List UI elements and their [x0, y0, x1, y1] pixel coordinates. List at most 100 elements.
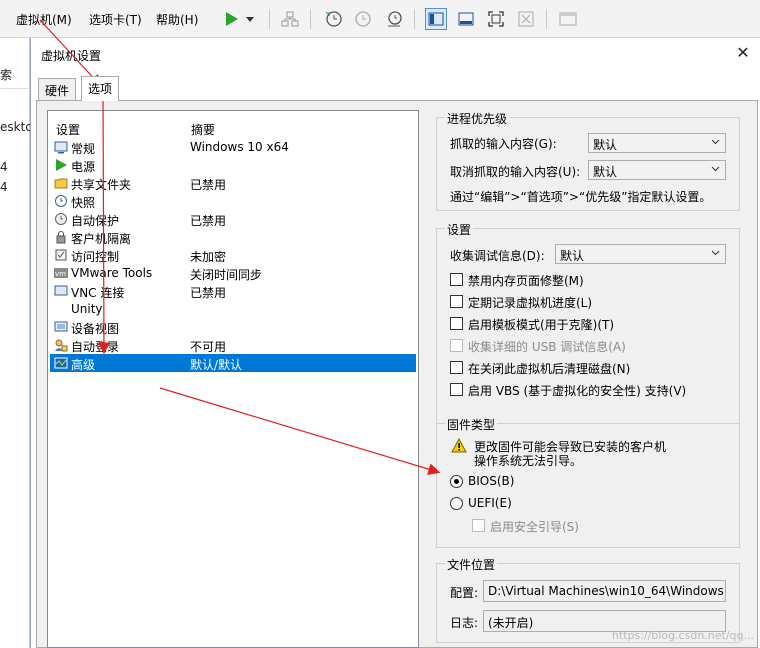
- toolbar-separator: [414, 9, 415, 29]
- general-icon: [54, 141, 68, 154]
- column-header-summary: 摘要: [191, 123, 216, 137]
- menu-vm[interactable]: 虚拟机(M): [16, 11, 72, 28]
- warning-icon: [451, 438, 467, 453]
- power-dropdown-button[interactable]: [243, 8, 257, 30]
- list-item-name: 电源: [71, 160, 96, 174]
- device-view-icon: [54, 321, 68, 332]
- list-item[interactable]: VNC 连接 已禁用: [50, 282, 416, 300]
- library-panel-background: 索 esktc 4 4: [0, 38, 32, 648]
- list-item[interactable]: vm VMware Tools 关闭时间同步: [50, 264, 416, 282]
- toolbar-separator: [269, 9, 270, 29]
- list-item-summary: 已禁用: [190, 286, 227, 300]
- settings-checkbox-label[interactable]: 定期记录虚拟机进度(L): [468, 294, 592, 311]
- group-title: 文件位置: [445, 556, 498, 573]
- menu-toolbar: 虚拟机(M) 选项卡(T) 帮助(H): [0, 0, 760, 38]
- library-item-fragment: esktc: [0, 120, 32, 134]
- show-library-button[interactable]: [425, 8, 447, 30]
- list-item[interactable]: 常规 Windows 10 x64: [50, 138, 416, 156]
- secure-boot-label: 启用安全引导(S): [490, 520, 579, 534]
- settings-checkbox[interactable]: [450, 339, 463, 352]
- autoprotect-icon: [55, 213, 67, 225]
- secure-boot-checkbox[interactable]: [472, 519, 485, 532]
- settings-checkbox[interactable]: [450, 317, 463, 330]
- svg-text:vm: vm: [55, 270, 66, 278]
- shared-folder-icon: [54, 178, 68, 189]
- list-item[interactable]: 高级 默认/默认: [50, 354, 416, 372]
- chevron-down-icon: [711, 139, 720, 145]
- config-path-field[interactable]: D:\Virtual Machines\win10_64\Windows 10: [483, 580, 726, 602]
- list-item-name: Unity: [71, 302, 103, 316]
- list-item-summary: 关闭时间同步: [190, 268, 263, 282]
- vm-settings-dialog: 虚拟机设置 ✕ 硬件 选项 设置 摘要 常规 Windows 10 x64 电源 共享…: [30, 38, 760, 648]
- firmware-group: 固件类型 更改固件可能会导致已安装的客户机 操作系统无法引导。 BIOS(B) …: [436, 416, 740, 548]
- list-item[interactable]: 电源: [50, 156, 416, 174]
- select-value: 默认: [593, 165, 618, 179]
- settings-checkbox[interactable]: [450, 361, 463, 374]
- list-item-name: 自动登录: [71, 340, 120, 354]
- list-item-name: 客户机隔离: [71, 232, 132, 246]
- list-item-summary: 默认/默认: [190, 358, 243, 372]
- take-snapshot-button[interactable]: [322, 8, 344, 30]
- snapshot-icon: [55, 195, 67, 207]
- settings-checkbox-label[interactable]: 禁用内存页面修整(M): [468, 272, 584, 289]
- unity-mode-icon: [518, 11, 534, 27]
- chevron-down-icon: [711, 166, 720, 172]
- list-item-name: 高级: [71, 358, 96, 372]
- tab-hardware[interactable]: 硬件: [38, 78, 77, 100]
- access-control-icon: [55, 249, 67, 261]
- ungrabbed-input-select[interactable]: 默认: [588, 160, 726, 180]
- bios-label[interactable]: BIOS(B): [468, 474, 514, 488]
- snapshot-manager-button[interactable]: [383, 8, 405, 30]
- menu-tabs[interactable]: 选项卡(T): [89, 11, 142, 28]
- debug-info-select[interactable]: 默认: [555, 244, 726, 264]
- thumbnail-view-icon: [458, 12, 474, 26]
- unity-button[interactable]: [515, 8, 537, 30]
- list-item-summary: 已禁用: [190, 178, 227, 192]
- advanced-icon: [54, 357, 68, 369]
- list-item[interactable]: Unity: [50, 300, 416, 318]
- uefi-radio[interactable]: [450, 497, 463, 510]
- full-screen-button[interactable]: [485, 8, 507, 30]
- unity-icon: [54, 302, 68, 316]
- list-item[interactable]: 自动保护 已禁用: [50, 210, 416, 228]
- isolation-icon: [56, 231, 66, 244]
- settings-checkbox-label[interactable]: 启用 VBS (基于虚拟化的安全性) 支持(V): [468, 382, 686, 399]
- network-icon: [281, 11, 299, 27]
- settings-list[interactable]: 设置 摘要 常规 Windows 10 x64 电源 共享文件夹 已禁用 快照 自动保护 已禁…: [47, 110, 419, 648]
- bios-radio[interactable]: [450, 475, 463, 488]
- list-item[interactable]: 快照: [50, 192, 416, 210]
- menu-help[interactable]: 帮助(H): [156, 11, 198, 28]
- thumbnail-bar-button[interactable]: [455, 8, 477, 30]
- tab-label: 选项: [88, 82, 113, 96]
- list-item[interactable]: 客户机隔离: [50, 228, 416, 246]
- group-title: 设置: [445, 221, 474, 238]
- send-keys-button[interactable]: [279, 8, 301, 30]
- console-view-button[interactable]: [557, 8, 579, 30]
- list-item[interactable]: 设备视图: [50, 318, 416, 336]
- power-icon: [56, 159, 67, 171]
- settings-checkbox[interactable]: [450, 383, 463, 396]
- list-item-summary: 不可用: [190, 340, 227, 354]
- revert-snapshot-button[interactable]: [352, 8, 374, 30]
- tab-options[interactable]: 选项: [81, 76, 120, 101]
- settings-checkbox-label[interactable]: 在关闭此虚拟机后清理磁盘(N): [468, 360, 630, 377]
- grabbed-input-select[interactable]: 默认: [588, 133, 726, 153]
- settings-checkbox[interactable]: [450, 273, 463, 286]
- power-on-button[interactable]: [220, 8, 242, 30]
- close-button[interactable]: ✕: [734, 44, 752, 62]
- settings-checkbox[interactable]: [450, 295, 463, 308]
- list-item[interactable]: 自动登录 不可用: [50, 336, 416, 354]
- settings-checkbox-label[interactable]: 收集详细的 USB 调试信息(A): [468, 338, 626, 355]
- search-text-fragment: 索: [0, 68, 13, 82]
- select-value: 默认: [593, 138, 618, 152]
- group-title: 进程优先级: [445, 110, 510, 127]
- divider: [0, 88, 30, 89]
- list-item[interactable]: 访问控制 未加密: [50, 246, 416, 264]
- settings-checkbox-label[interactable]: 启用模板模式(用于克隆)(T): [468, 316, 614, 333]
- uefi-label[interactable]: UEFI(E): [468, 496, 512, 510]
- list-item-name: 设备视图: [71, 322, 120, 336]
- list-item[interactable]: 共享文件夹 已禁用: [50, 174, 416, 192]
- list-item-summary: 未加密: [190, 250, 227, 264]
- chevron-down-icon: [246, 17, 254, 22]
- debug-info-label: 收集调试信息(D):: [450, 249, 545, 263]
